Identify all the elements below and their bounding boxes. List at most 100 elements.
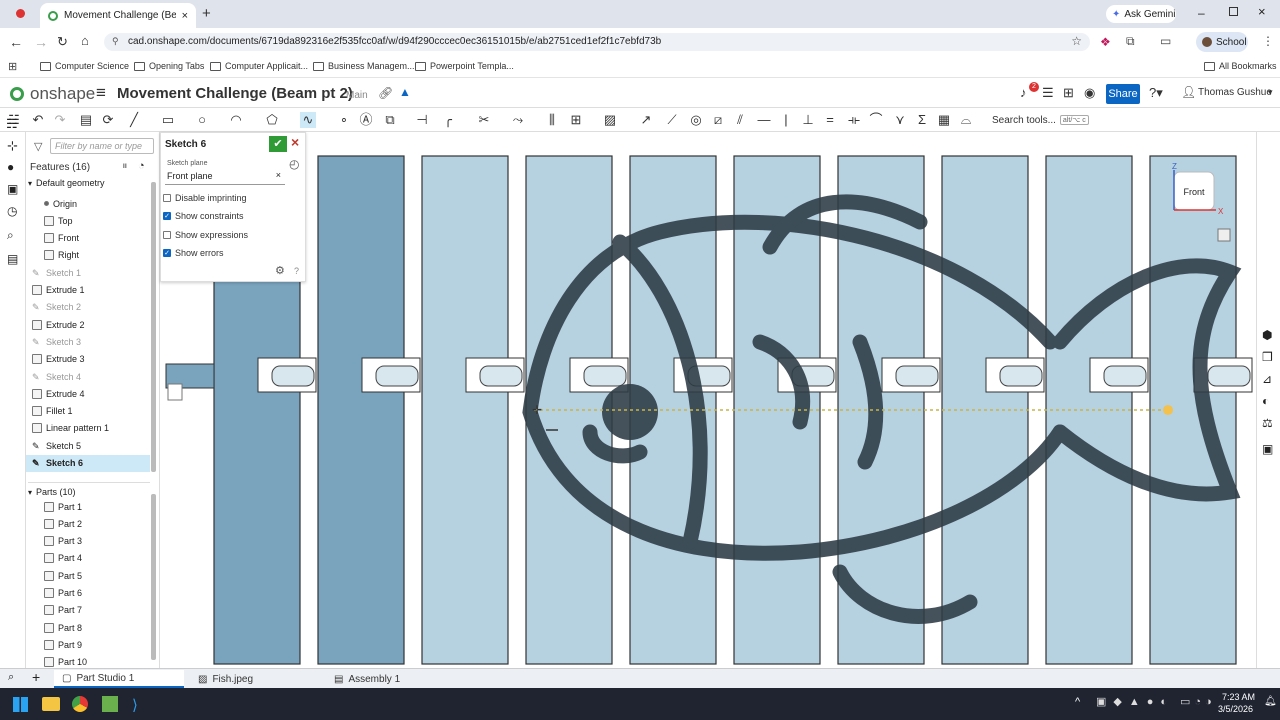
render-icon[interactable]: ❒ [1262, 350, 1273, 364]
filter-input[interactable]: Filter by name or type [50, 138, 154, 154]
view-options-icon[interactable] [1217, 228, 1231, 242]
tray-app-icons[interactable]: ▣◆▲●◐ [1096, 695, 1174, 708]
feature-item[interactable]: Extrude 3 [26, 351, 150, 368]
bookmark-computer-science[interactable]: Computer Science [40, 61, 129, 71]
part-item[interactable]: Part 8 [26, 619, 150, 636]
feature-item[interactable]: Extrude 4 [26, 385, 150, 402]
bookmark-star-icon[interactable]: ☆ [1071, 34, 1082, 48]
mass-properties-icon[interactable]: ⚖ [1262, 416, 1273, 430]
variables-icon[interactable]: ▣ [7, 182, 18, 196]
circle-tool-icon[interactable]: ○ [194, 112, 210, 128]
branch-label[interactable]: Main [346, 90, 368, 101]
regenerate-icon[interactable]: ⟳ [100, 112, 116, 128]
extensions-puzzle-icon[interactable]: ⧉ [1126, 34, 1135, 49]
feature-item[interactable]: ✎ Sketch 6 [26, 454, 150, 472]
history-clock-icon[interactable]: ◴ [289, 157, 299, 171]
feature-item[interactable]: ✎ Sketch 3 [26, 333, 150, 350]
browser-menu-icon[interactable]: ⋮ [1262, 34, 1274, 48]
sketch-option[interactable]: ✓ Show errors [163, 248, 224, 258]
feature-item[interactable]: ✎ Sketch 1 [26, 264, 150, 281]
sketch-option[interactable]: Disable imprinting [163, 193, 247, 203]
tray-network-icons[interactable]: ▭◔◑ [1180, 695, 1216, 708]
user-name[interactable]: Thomas Gushue [1198, 87, 1272, 98]
arc-tool-icon[interactable]: ◠ [228, 112, 244, 128]
record-icon[interactable] [16, 9, 25, 18]
measure-icon[interactable]: ⊿ [1262, 372, 1272, 386]
bottom-search-icon[interactable]: ⌕ [8, 671, 14, 684]
pattern-tool-icon[interactable]: ⫼ [544, 112, 560, 128]
part-item[interactable]: Part 5 [26, 567, 150, 584]
reload-icon[interactable]: ↻ [57, 34, 68, 50]
tab-part-studio-1[interactable]: ▢ Part Studio 1 [54, 670, 184, 688]
extension-icon[interactable]: ❖ [1100, 35, 1111, 49]
history-icon[interactable]: ◷ [7, 204, 17, 218]
construction-tool-icon[interactable]: ⧉ [382, 112, 398, 128]
text-tool-icon[interactable]: Ⓐ [358, 112, 374, 128]
part-item[interactable]: Part 9 [26, 636, 150, 653]
accept-button[interactable]: ✔ [269, 136, 287, 152]
site-info-icon[interactable]: ⚲ [112, 36, 119, 47]
apps-grid-icon[interactable]: ⊞ [8, 60, 17, 73]
minimize-icon[interactable]: – [1198, 6, 1205, 20]
profile-button[interactable]: School [1196, 32, 1248, 52]
part-item[interactable]: Part 7 [26, 602, 150, 619]
curvature-icon[interactable]: ⌓ [958, 112, 974, 128]
part-item[interactable]: Part 4 [26, 550, 150, 567]
default-geometry-group[interactable]: ▾ Default geometry [28, 178, 105, 188]
feature-list-icon[interactable]: ☷ [6, 116, 18, 132]
back-icon[interactable]: ← [9, 34, 23, 50]
mate-connector-icon[interactable]: ⊹ [7, 138, 18, 154]
learning-cap-icon[interactable]: ▲ [399, 85, 411, 99]
feature-item[interactable]: Extrude 1 [26, 282, 150, 299]
forward-icon[interactable]: → [34, 34, 48, 50]
link-icon[interactable]: 🔗︎ [378, 86, 393, 100]
bookmark-business-management[interactable]: Business Managem... [313, 61, 415, 71]
app-store-icon[interactable]: ⊞ [1063, 85, 1074, 101]
timer-icon[interactable]: ◔ [138, 160, 145, 172]
horizontal-icon[interactable]: — [756, 112, 772, 128]
sketch-list-icon[interactable] [167, 383, 183, 401]
filter-icon[interactable]: ▽ [34, 140, 42, 153]
beam-part[interactable] [317, 155, 405, 665]
file-explorer-icon[interactable] [42, 697, 60, 711]
part-item[interactable]: Part 6 [26, 585, 150, 602]
feature-item[interactable]: Fillet 1 [26, 403, 150, 420]
notifications-icon[interactable]: ♪ [1020, 85, 1027, 100]
user-menu-chevron-icon[interactable]: ▾ [1268, 87, 1273, 98]
extend-tool-icon[interactable]: ⤳ [510, 112, 526, 128]
clear-plane-icon[interactable]: × [276, 170, 281, 180]
versions-icon[interactable]: ☰ [1042, 85, 1054, 101]
section-view-icon[interactable]: ◐ [1262, 394, 1269, 408]
graphics-viewport[interactable]: ✛ Front Z X [160, 132, 1256, 668]
search-icon[interactable]: ⌕ [7, 228, 14, 243]
checkbox-checked[interactable]: ✓ [163, 248, 171, 257]
feature-item[interactable]: ✎ Sketch 2 [26, 299, 150, 316]
clock-time[interactable]: 7:23 AM [1222, 692, 1255, 702]
sketch-option[interactable]: ✓ Show constraints [163, 211, 244, 221]
feature-item[interactable]: Origin [26, 195, 150, 212]
clipboard-icon[interactable]: ▤ [78, 112, 94, 128]
roll-bar-icon[interactable]: ⏸ [122, 160, 128, 173]
side-panel-icon[interactable]: ▭ [1160, 34, 1171, 48]
feature-item[interactable]: Extrude 2 [26, 316, 150, 333]
bookmark-opening-tabs[interactable]: Opening Tabs [134, 61, 204, 71]
tab-assembly-1[interactable]: ▤ Assembly 1 [326, 670, 456, 688]
spline-tool-icon[interactable]: ∿ [300, 112, 316, 128]
cancel-button[interactable]: × [291, 134, 299, 150]
feature-item[interactable]: ✎ Sketch 4 [26, 368, 150, 385]
tab-fish-jpeg[interactable]: ▨ Fish.jpeg [190, 670, 322, 688]
minecraft-icon[interactable] [102, 696, 118, 712]
sketch-endpoint[interactable] [1163, 405, 1173, 415]
sketch-settings-icon[interactable]: ⚙ [275, 264, 285, 277]
grid-pattern-icon[interactable]: ⊞ [568, 112, 584, 128]
model-canvas[interactable]: ✛ Front Z X [160, 132, 1256, 668]
part-item[interactable]: Part 1 [26, 498, 150, 515]
redo-icon[interactable]: ↷ [52, 112, 68, 128]
sketch-plane-field[interactable]: Front plane × [165, 169, 285, 185]
vscode-icon[interactable]: ⟩ [132, 696, 138, 714]
parallel-icon[interactable]: ⫽ [732, 112, 748, 128]
sketch-option[interactable]: Show expressions [163, 230, 248, 240]
feature-item[interactable]: Front [26, 230, 150, 247]
fillet-tool-icon[interactable]: ╭ [440, 112, 456, 128]
address-bar[interactable]: ⚲ cad.onshape.com/documents/6719da892316… [104, 33, 1090, 51]
